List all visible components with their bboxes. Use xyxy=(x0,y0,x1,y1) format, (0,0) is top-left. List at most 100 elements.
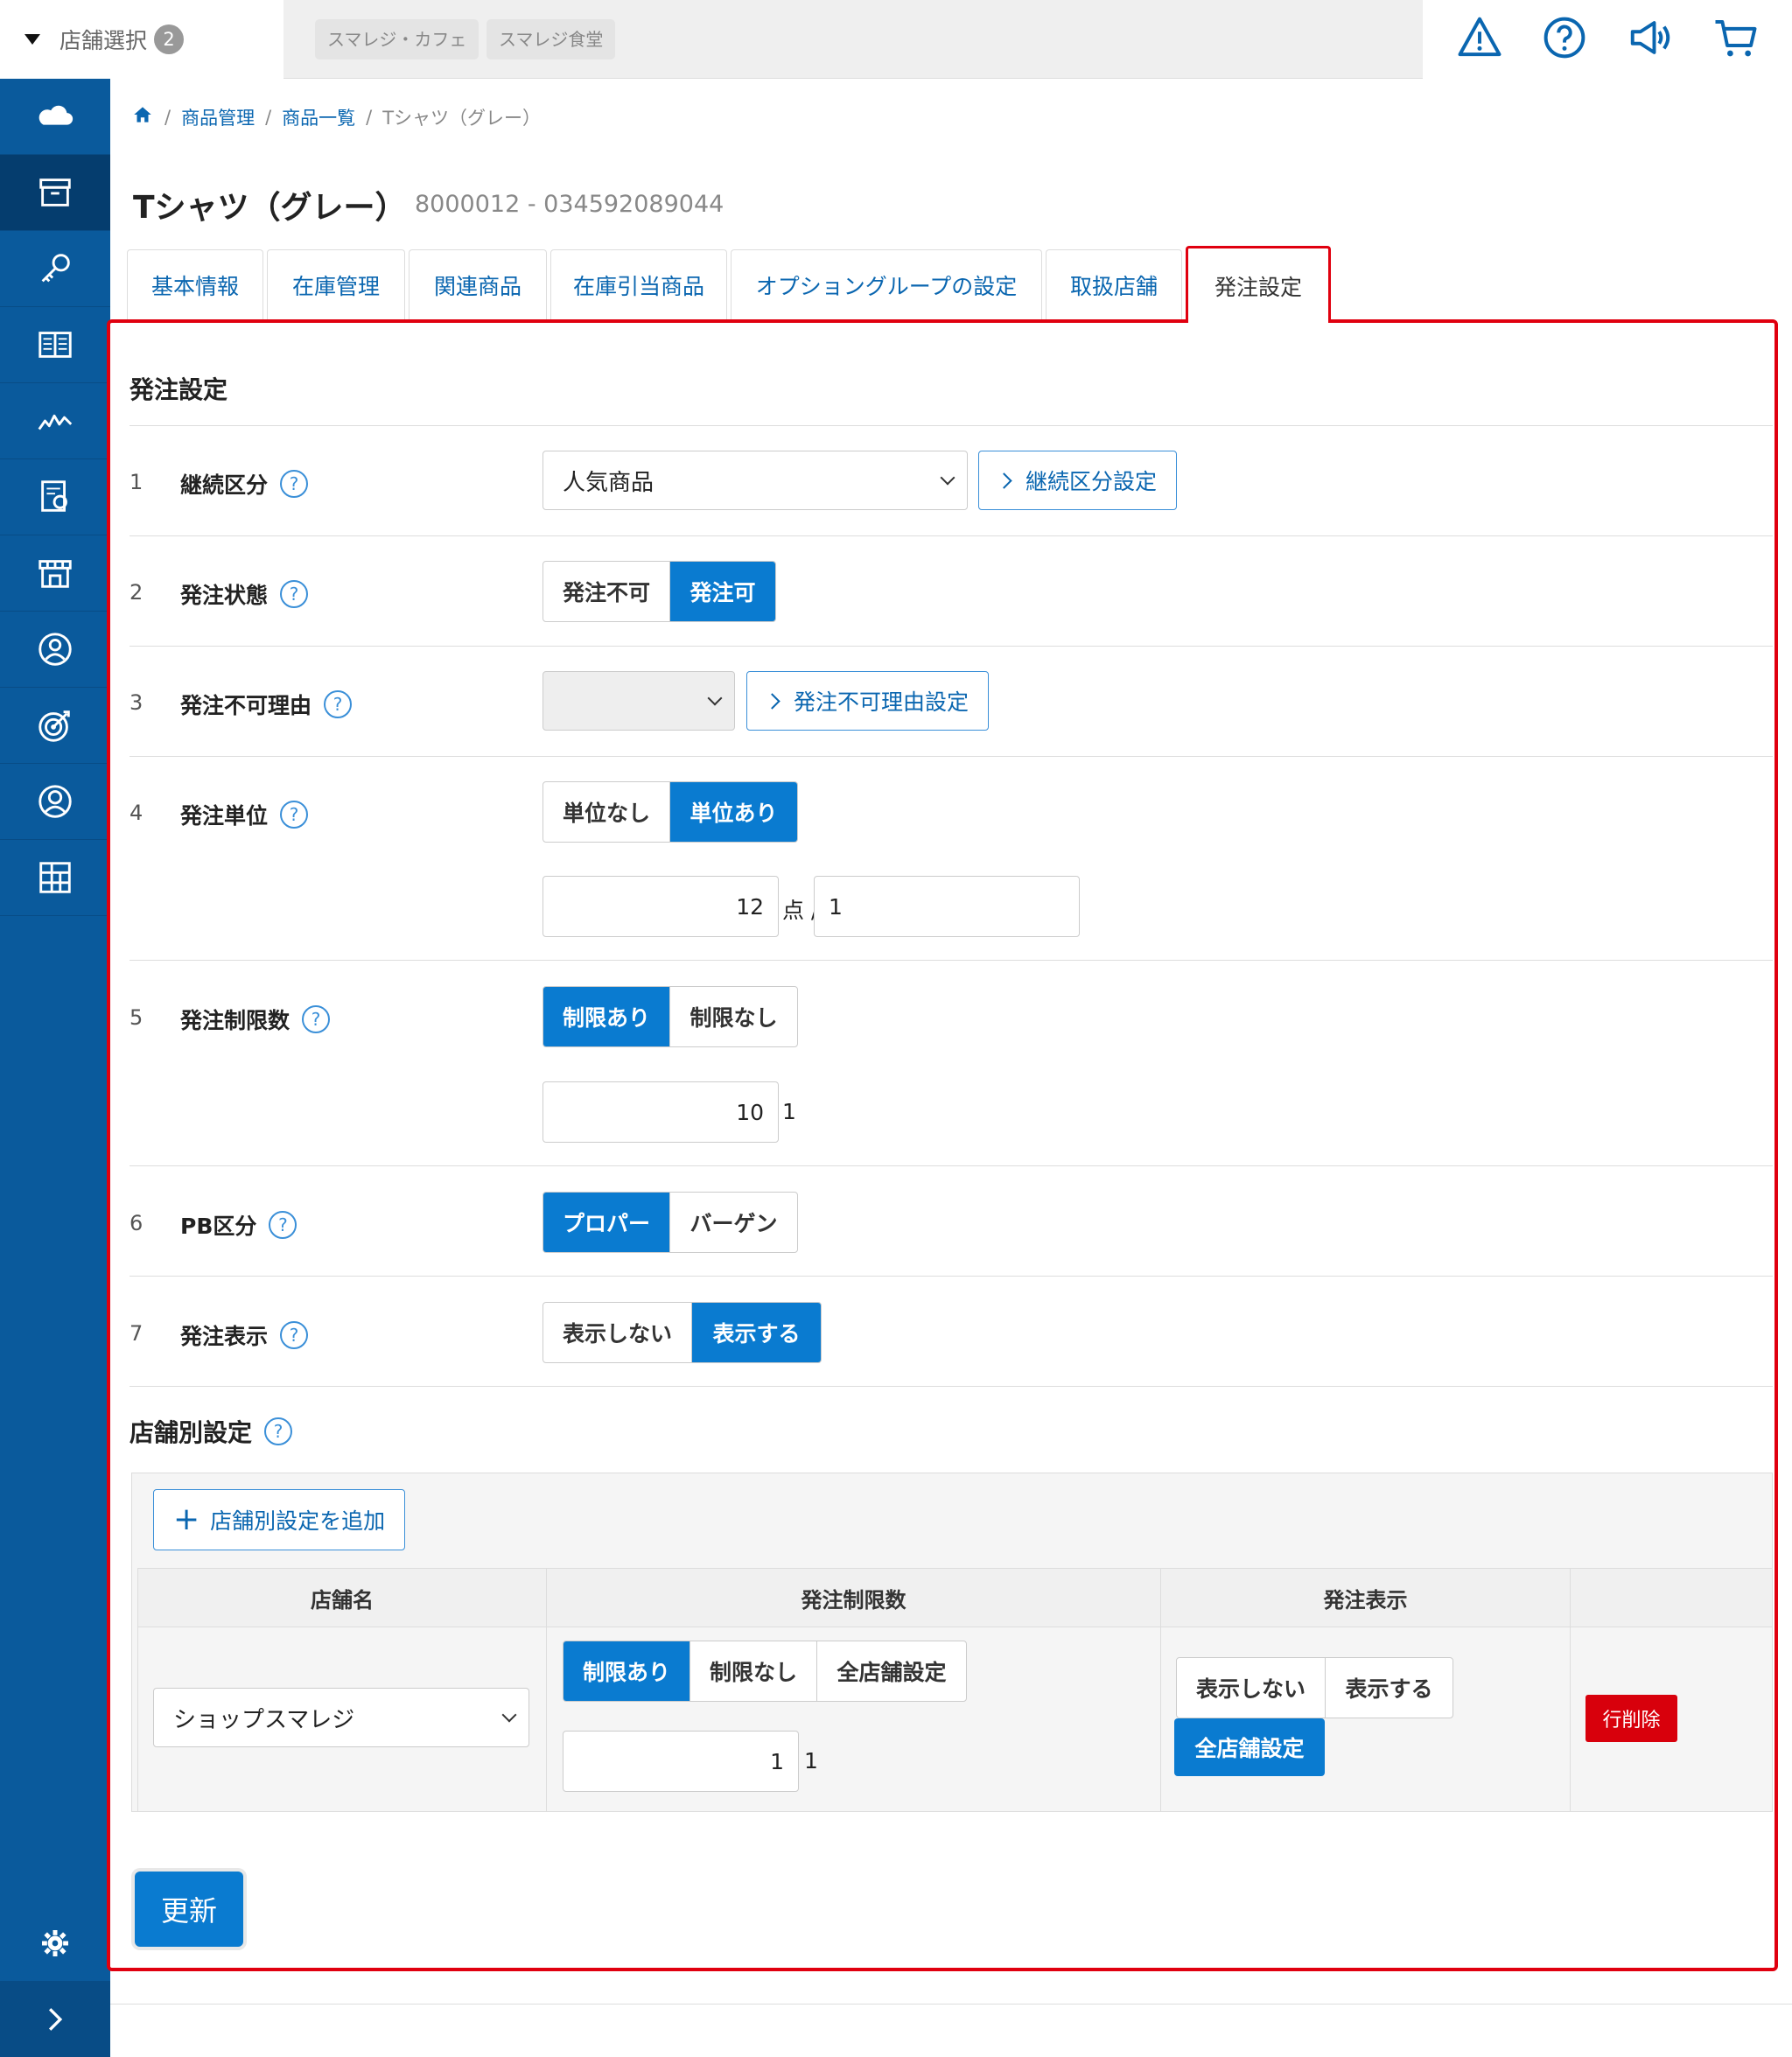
option-hide[interactable]: 表示しない xyxy=(543,1303,692,1362)
store-count-badge: 2 xyxy=(154,24,185,54)
target-icon[interactable] xyxy=(0,688,110,764)
divider xyxy=(130,960,1773,961)
divider xyxy=(130,1165,1773,1166)
breadcrumb-current: Tシャツ（グレー） xyxy=(382,107,542,129)
report-icon[interactable] xyxy=(0,459,110,535)
unorderable-reason-select[interactable] xyxy=(542,671,735,731)
footer-divider xyxy=(110,2004,1792,2005)
help-icon[interactable]: ? xyxy=(280,580,309,608)
option-proper[interactable]: プロパー xyxy=(543,1193,670,1252)
tab-order-settings[interactable]: 発注設定 xyxy=(1186,246,1331,323)
option-limited[interactable]: 制限あり xyxy=(564,1641,690,1701)
store-select-label: 店舗選択 xyxy=(60,28,148,53)
help-icon[interactable]: ? xyxy=(264,1417,293,1445)
row-label: 発注状態? xyxy=(180,578,309,610)
divider xyxy=(130,646,1773,647)
tab-bar: 基本情報 在庫管理 関連商品 在庫引当商品 オプショングループの設定 取扱店舗 … xyxy=(127,246,1334,323)
help-icon[interactable]: ? xyxy=(280,470,309,498)
option-no-unit[interactable]: 単位なし xyxy=(543,782,670,842)
row-label: 発注表示? xyxy=(180,1319,309,1351)
help-icon[interactable]: ? xyxy=(269,1211,298,1239)
key-icon[interactable] xyxy=(0,231,110,307)
row-number: 1 xyxy=(130,470,144,494)
option-hide[interactable]: 表示しない xyxy=(1177,1658,1326,1718)
warning-icon[interactable] xyxy=(1456,14,1503,65)
store-chip[interactable]: スマレジ食堂 xyxy=(486,19,616,59)
page-title: Tシャツ（グレー） xyxy=(133,190,407,226)
unit-qty-input[interactable]: 12 xyxy=(542,876,779,937)
option-show[interactable]: 表示する xyxy=(1326,1658,1452,1718)
unit-qty2-input[interactable]: 1 xyxy=(814,876,1080,937)
order-display-toggle: 表示しない 表示する xyxy=(542,1302,822,1363)
tab-stock[interactable]: 在庫管理 xyxy=(267,249,405,319)
option-bargain[interactable]: バーゲン xyxy=(670,1193,797,1252)
breadcrumb: / 商品管理 / 商品一覧 / Tシャツ（グレー） xyxy=(131,103,541,130)
option-with-unit[interactable]: 単位あり xyxy=(670,782,797,842)
cloud-icon[interactable] xyxy=(0,79,110,155)
option-not-orderable[interactable]: 発注不可 xyxy=(543,562,670,621)
row-number: 5 xyxy=(130,1005,144,1030)
delete-row-button[interactable]: 行削除 xyxy=(1586,1695,1677,1742)
update-button[interactable]: 更新 xyxy=(135,1872,243,1947)
chevron-down-icon xyxy=(940,470,956,486)
cart-icon[interactable] xyxy=(1712,14,1759,65)
store-display-all-button[interactable]: 全店舗設定 xyxy=(1174,1718,1325,1776)
option-all-stores[interactable]: 全店舗設定 xyxy=(817,1641,966,1701)
option-unlimited[interactable]: 制限なし xyxy=(670,987,797,1046)
divider xyxy=(130,756,1773,757)
divider xyxy=(130,1276,1773,1277)
user-circle-icon[interactable] xyxy=(0,764,110,840)
unorderable-reason-settings-button[interactable]: 発注不可理由設定 xyxy=(746,671,990,731)
chevron-right-icon[interactable] xyxy=(0,1981,110,2057)
help-icon[interactable]: ? xyxy=(324,690,353,718)
row-number: 2 xyxy=(130,580,144,605)
continuation-settings-button[interactable]: 継続区分設定 xyxy=(978,451,1178,510)
limit-qty-input[interactable]: 10 xyxy=(542,1081,779,1143)
store-display-toggle: 表示しない 表示する xyxy=(1176,1657,1453,1718)
tab-basic-info[interactable]: 基本情報 xyxy=(127,249,263,319)
chevron-right-icon xyxy=(764,692,780,710)
tab-related[interactable]: 関連商品 xyxy=(409,249,547,319)
megaphone-icon[interactable] xyxy=(1627,14,1674,65)
help-icon[interactable] xyxy=(1541,14,1588,65)
top-icons xyxy=(1423,0,1792,79)
continuation-select[interactable]: 人気商品 xyxy=(542,451,968,510)
archive-icon[interactable] xyxy=(0,155,110,231)
gear-icon[interactable] xyxy=(0,1905,110,1981)
row-number: 7 xyxy=(130,1321,144,1346)
store-chip[interactable]: スマレジ・カフェ xyxy=(315,19,480,59)
grid-icon[interactable] xyxy=(0,840,110,916)
row-number: 6 xyxy=(130,1211,144,1235)
user-badge-icon[interactable] xyxy=(0,612,110,688)
option-limited[interactable]: 制限あり xyxy=(543,987,670,1046)
tab-stores[interactable]: 取扱店舗 xyxy=(1046,249,1182,319)
tab-option-group[interactable]: オプショングループの設定 xyxy=(731,249,1042,319)
option-orderable[interactable]: 発注可 xyxy=(670,562,775,621)
row-number: 3 xyxy=(130,690,144,715)
col-order-limit: 発注制限数 xyxy=(546,1568,1161,1627)
col-order-display: 発注表示 xyxy=(1160,1568,1571,1627)
store-select[interactable]: 店舗選択 2 xyxy=(0,0,284,79)
help-icon[interactable]: ? xyxy=(280,1321,309,1349)
option-show[interactable]: 表示する xyxy=(692,1303,821,1362)
breadcrumb-item[interactable]: 商品一覧 xyxy=(282,104,355,130)
divider xyxy=(130,1386,1773,1387)
chart-line-icon[interactable] xyxy=(0,383,110,459)
help-icon[interactable]: ? xyxy=(280,801,309,829)
add-store-setting-button[interactable]: + 店舗別設定を追加 xyxy=(153,1489,406,1550)
option-unlimited[interactable]: 制限なし xyxy=(690,1641,817,1701)
tab-allocation[interactable]: 在庫引当商品 xyxy=(550,249,727,319)
store-limit-qty-input[interactable]: 1 xyxy=(563,1731,799,1792)
order-limit-toggle: 制限あり 制限なし xyxy=(542,986,798,1047)
home-icon[interactable] xyxy=(131,103,154,130)
row-label: PB区分? xyxy=(180,1209,298,1241)
row-label: 発注制限数? xyxy=(180,1004,331,1035)
help-icon[interactable]: ? xyxy=(302,1005,331,1033)
store-settings-box: + 店舗別設定を追加 店舗名 発注制限数 発注表示 ショップスマレジ 制限あり 制… xyxy=(131,1473,1773,1812)
row-number: 4 xyxy=(130,801,144,825)
chevron-right-icon xyxy=(996,472,1012,489)
book-icon[interactable] xyxy=(0,307,110,383)
store-icon[interactable] xyxy=(0,535,110,612)
store-name-select[interactable]: ショップスマレジ xyxy=(153,1688,529,1747)
breadcrumb-item[interactable]: 商品管理 xyxy=(181,104,255,130)
